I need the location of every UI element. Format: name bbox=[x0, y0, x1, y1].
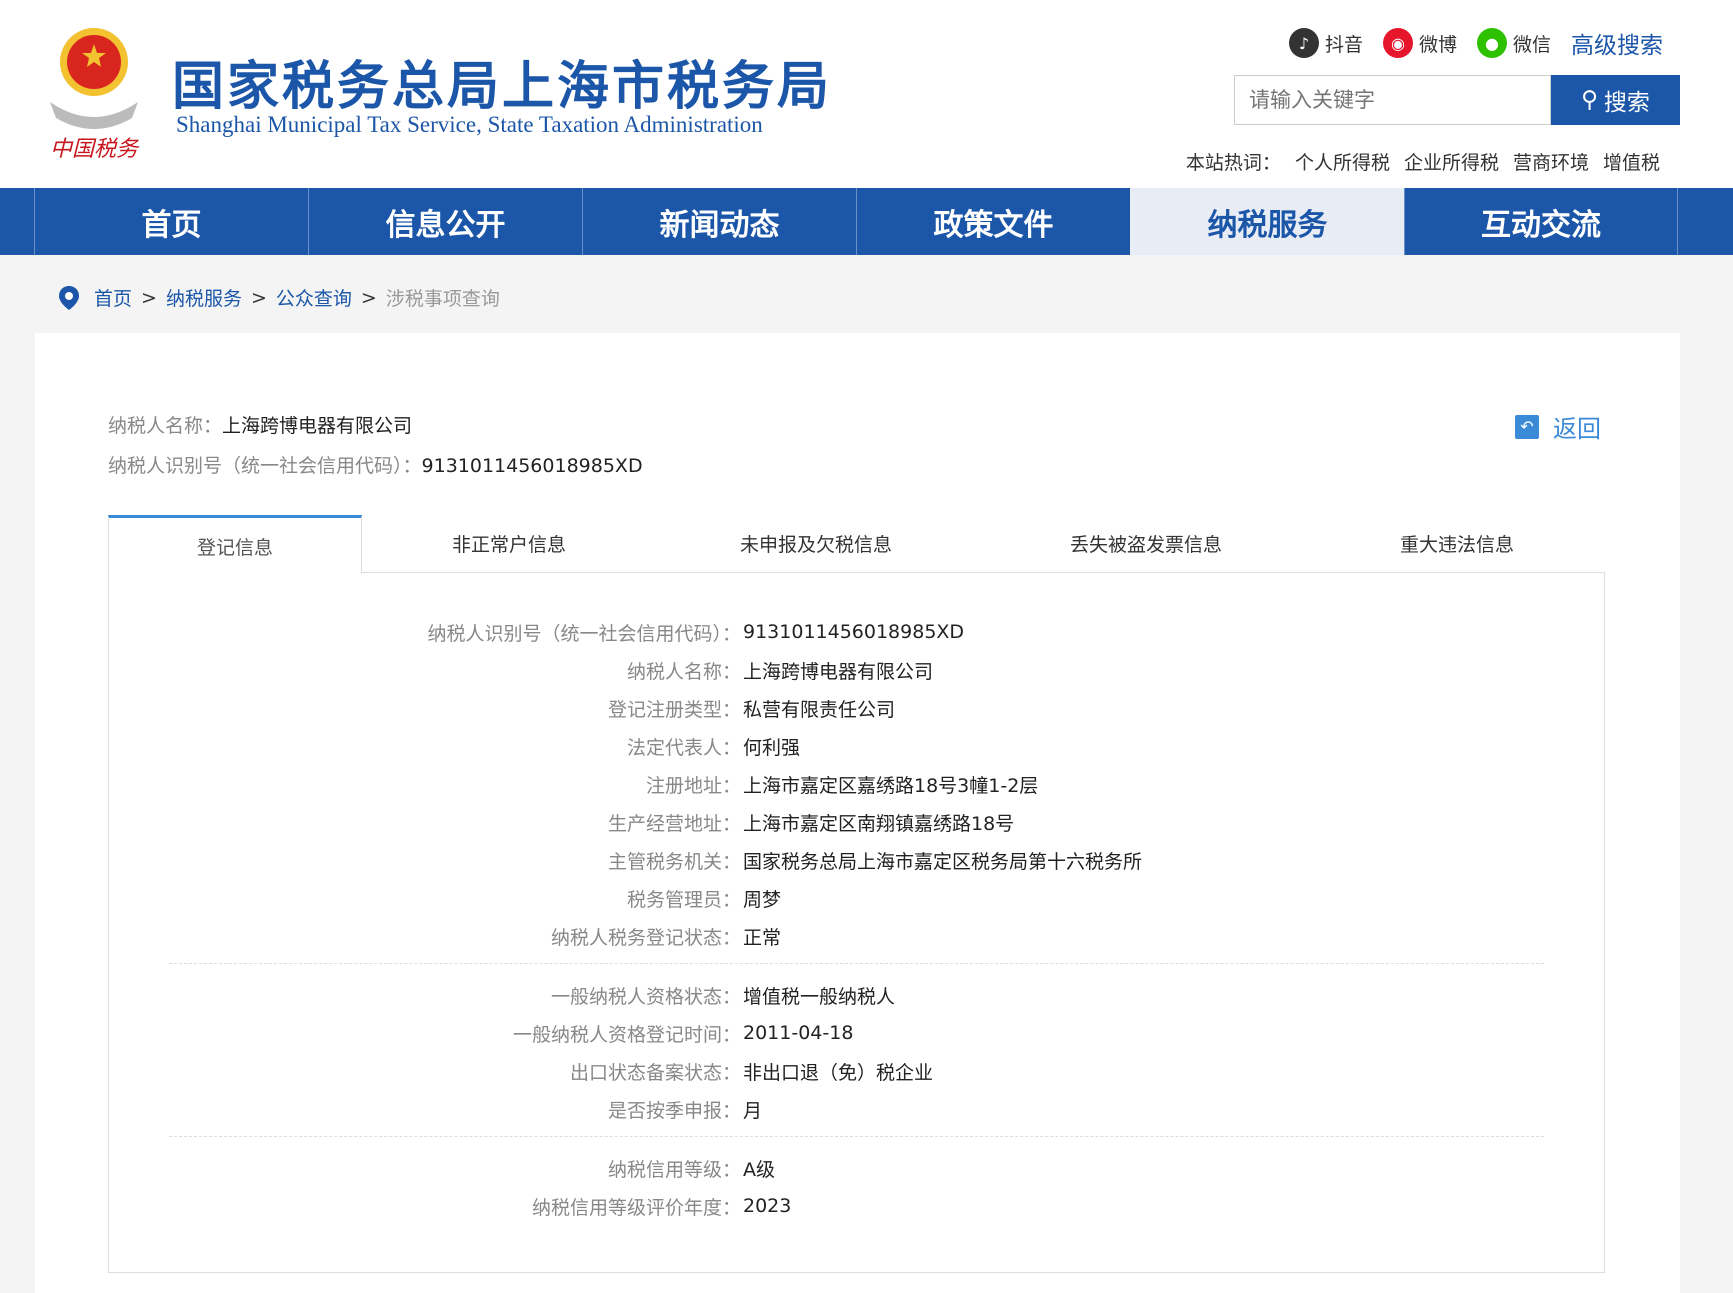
breadcrumb-home[interactable]: 首页 bbox=[94, 284, 132, 311]
nav-info-disclosure[interactable]: 信息公开 bbox=[308, 188, 582, 255]
info-value: 周梦 bbox=[743, 888, 782, 911]
hot-word[interactable]: 增值税 bbox=[1603, 148, 1660, 175]
advanced-search-link[interactable]: 高级搜索 bbox=[1571, 26, 1663, 60]
search-icon: ⚲ bbox=[1581, 87, 1598, 113]
back-button[interactable]: ↶ 返回 bbox=[1515, 409, 1601, 444]
info-value: 私营有限责任公司 bbox=[743, 698, 896, 721]
weibo-link[interactable]: ◉ 微博 bbox=[1382, 28, 1457, 58]
info-label: 一般纳税人资格登记时间： bbox=[512, 1023, 741, 1046]
info-row: 是否按季申报：月 bbox=[109, 1090, 1604, 1128]
info-row: 纳税人识别号（统一社会信用代码）： 9131011456018985XD bbox=[109, 613, 1604, 651]
info-tabs: 登记信息 非正常户信息 未申报及欠税信息 丢失被盗发票信息 重大违法信息 bbox=[108, 515, 1605, 574]
info-value: 上海市嘉定区南翔镇嘉绣路18号 bbox=[743, 812, 1015, 835]
info-value: 2023 bbox=[743, 1195, 792, 1217]
search-input[interactable] bbox=[1234, 75, 1551, 125]
tab-unfiled-arrears[interactable]: 未申报及欠税信息 bbox=[656, 515, 976, 572]
info-row: 纳税人税务登记状态： 正常 bbox=[109, 917, 1604, 955]
info-row: 纳税人名称： 上海跨博电器有限公司 bbox=[109, 651, 1604, 689]
info-row: 纳税信用等级： A级 bbox=[109, 1149, 1604, 1187]
info-label: 是否按季申报： bbox=[607, 1099, 741, 1122]
info-row: 一般纳税人资格登记时间： 2011-04-18 bbox=[109, 1014, 1604, 1052]
breadcrumb-public-query[interactable]: 公众查询 bbox=[276, 284, 352, 311]
taxpayer-id-row: 纳税人识别号（统一社会信用代码）：9131011456018985XD bbox=[108, 455, 643, 477]
info-value: 上海跨博电器有限公司 bbox=[743, 660, 934, 683]
info-row: 注册地址： 上海市嘉定区嘉绣路18号3幢1-2层 bbox=[109, 765, 1604, 803]
tab-abnormal[interactable]: 非正常户信息 bbox=[362, 515, 656, 572]
info-row: 法定代表人： 何利强 bbox=[109, 727, 1604, 765]
nav-news[interactable]: 新闻动态 bbox=[582, 188, 856, 255]
back-arrow-icon: ↶ bbox=[1515, 414, 1539, 439]
info-row: 登记注册类型： 私营有限责任公司 bbox=[109, 689, 1604, 727]
info-label: 纳税信用等级： bbox=[607, 1158, 741, 1181]
info-label: 税务管理员： bbox=[626, 888, 741, 911]
hot-word[interactable]: 营商环境 bbox=[1513, 148, 1589, 175]
info-value: 非出口退（免）税企业 bbox=[743, 1061, 934, 1084]
search-bar: ⚲搜索 bbox=[1234, 75, 1680, 125]
info-row: 税务管理员： 周梦 bbox=[109, 879, 1604, 917]
tab-lost-invoices[interactable]: 丢失被盗发票信息 bbox=[976, 515, 1316, 572]
info-value: 增值税一般纳税人 bbox=[743, 985, 896, 1008]
wechat-link[interactable]: ● 微信 bbox=[1476, 28, 1551, 58]
info-value: A级 bbox=[743, 1158, 775, 1181]
info-row: 主管税务机关： 国家税务总局上海市嘉定区税务局第十六税务所 bbox=[109, 841, 1604, 879]
taxpayer-name-row: 纳税人名称：上海跨博电器有限公司 bbox=[108, 415, 413, 437]
info-value: 上海市嘉定区嘉绣路18号3幢1-2层 bbox=[743, 774, 1039, 797]
main-nav: 首页 信息公开 新闻动态 政策文件 纳税服务 互动交流 bbox=[0, 188, 1733, 255]
site-title: 国家税务总局上海市税务局 bbox=[172, 57, 833, 117]
hot-word[interactable]: 企业所得税 bbox=[1404, 148, 1499, 175]
info-label: 一般纳税人资格状态： bbox=[550, 985, 741, 1008]
info-label: 纳税人税务登记状态： bbox=[550, 926, 741, 949]
weibo-icon: ◉ bbox=[1382, 28, 1413, 58]
tax-emblem-logo: 中国税务 bbox=[50, 28, 140, 162]
info-value: 9131011456018985XD bbox=[743, 621, 965, 643]
hot-words: 本站热词： 个人所得税 企业所得税 营商环境 增值税 bbox=[1186, 148, 1660, 175]
nav-policy[interactable]: 政策文件 bbox=[856, 188, 1130, 255]
info-label: 纳税人识别号（统一社会信用代码）： bbox=[427, 622, 741, 645]
info-value: 2011-04-18 bbox=[743, 1022, 854, 1044]
info-label: 法定代表人： bbox=[626, 736, 741, 759]
breadcrumb: 首页 > 纳税服务 > 公众查询 > 涉税事项查询 bbox=[58, 284, 500, 311]
info-label: 注册地址： bbox=[645, 774, 741, 797]
breadcrumb-tax-service[interactable]: 纳税服务 bbox=[166, 284, 242, 311]
hot-word[interactable]: 个人所得税 bbox=[1295, 148, 1390, 175]
svg-text:中国税务: 中国税务 bbox=[50, 137, 140, 162]
registration-info: 纳税人识别号（统一社会信用代码）： 9131011456018985XD 纳税人名称… bbox=[108, 573, 1605, 1273]
divider bbox=[169, 963, 1544, 964]
content-panel: 纳税人名称：上海跨博电器有限公司 纳税人识别号（统一社会信用代码）：913101… bbox=[35, 333, 1680, 1293]
info-label: 出口状态备案状态： bbox=[569, 1061, 741, 1084]
info-value: 国家税务总局上海市嘉定区税务局第十六税务所 bbox=[743, 850, 1143, 873]
location-pin-icon bbox=[59, 285, 79, 310]
info-row: 出口状态备案状态： 非出口退（免）税企业 bbox=[109, 1052, 1604, 1090]
douyin-icon: ♪ bbox=[1288, 28, 1319, 58]
site-header: 中国税务 国家税务总局上海市税务局 Shanghai Municipal Tax… bbox=[0, 0, 1733, 188]
search-button[interactable]: ⚲ 搜索 bbox=[1551, 75, 1680, 125]
site-subtitle: Shanghai Municipal Tax Service, State Ta… bbox=[176, 112, 763, 137]
divider bbox=[169, 1136, 1544, 1137]
wechat-icon: ● bbox=[1476, 28, 1507, 58]
social-links: ♪ 抖音 ◉ 微博 ● 微信 高级搜索 bbox=[1288, 26, 1663, 60]
info-value: 何利强 bbox=[743, 736, 801, 759]
info-row: 一般纳税人资格状态： 增值税一般纳税人 bbox=[109, 976, 1604, 1014]
info-label: 登记注册类型： bbox=[607, 698, 741, 721]
info-value: 月 bbox=[743, 1099, 763, 1122]
tab-registration[interactable]: 登记信息 bbox=[108, 515, 362, 574]
breadcrumb-current: 涉税事项查询 bbox=[385, 288, 500, 310]
info-row: 纳税信用等级评价年度： 2023 bbox=[109, 1187, 1604, 1225]
nav-home[interactable]: 首页 bbox=[34, 188, 308, 255]
info-label: 纳税信用等级评价年度： bbox=[531, 1196, 741, 1219]
info-label: 生产经营地址： bbox=[607, 812, 741, 835]
info-label: 主管税务机关： bbox=[607, 850, 741, 873]
info-label: 纳税人名称： bbox=[626, 660, 741, 683]
info-row: 生产经营地址： 上海市嘉定区南翔镇嘉绣路18号 bbox=[109, 803, 1604, 841]
nav-tax-service[interactable]: 纳税服务 bbox=[1130, 188, 1404, 255]
tab-major-violations[interactable]: 重大违法信息 bbox=[1316, 515, 1598, 572]
douyin-link[interactable]: ♪ 抖音 bbox=[1288, 28, 1363, 58]
info-value: 正常 bbox=[743, 926, 782, 949]
nav-interaction[interactable]: 互动交流 bbox=[1404, 188, 1678, 255]
